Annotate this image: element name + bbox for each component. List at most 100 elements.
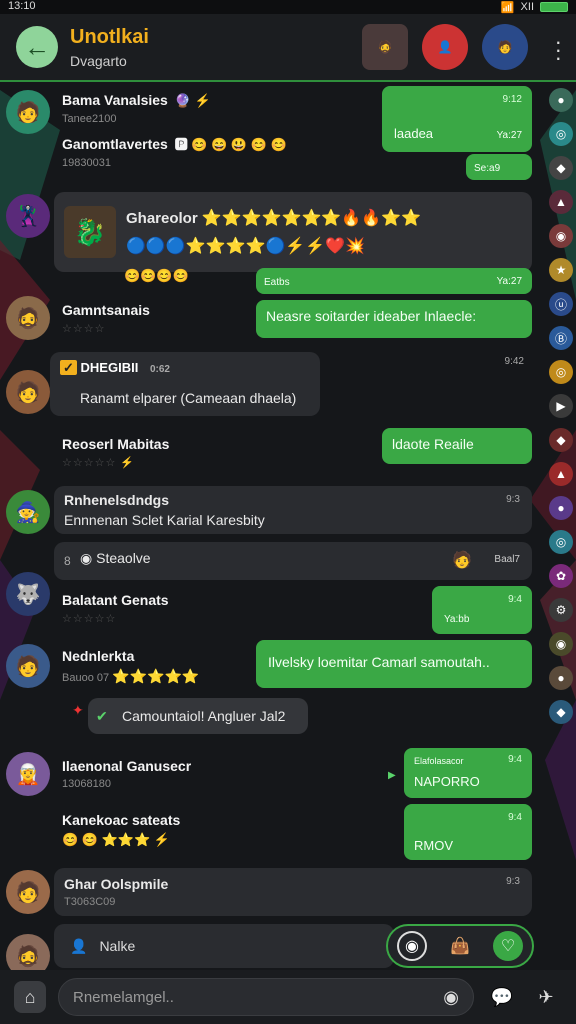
right-rail: ● ◎ ◆ ▲ ◉ ★ ⓤ Ⓑ ◎ ▶ ◆ ▲ ● ◎ ✿ ⚙ ◉ ● ◆	[546, 84, 576, 969]
action-pill: ◉ 👜 ♡	[386, 924, 534, 968]
rail-icon[interactable]: ●	[549, 88, 573, 112]
back-button[interactable]: ←	[16, 26, 58, 68]
avatar[interactable]: 🧝	[6, 752, 50, 796]
rail-icon[interactable]: ▶	[549, 394, 573, 418]
avatar[interactable]: 🦹	[6, 194, 50, 238]
wifi-icon: 📶	[500, 1, 515, 14]
avatar[interactable]: 🧑	[6, 870, 50, 914]
participant-avatar-2[interactable]: 👤	[422, 24, 468, 70]
sender-name: Ghar Oolspmile	[64, 876, 169, 892]
rail-icon[interactable]: ⓤ	[549, 292, 573, 316]
bottom-input-bar: ⌂ Rnemelamgel.. ◉ 💬 ✈	[0, 970, 576, 1024]
message-time: 9:3	[506, 876, 520, 887]
message-number: 8	[64, 554, 71, 568]
outgoing-message[interactable]: 9:12 laadea Ya:27	[382, 86, 532, 152]
sticker-thumbnail: 🐉	[64, 206, 116, 258]
rail-icon[interactable]: Ⓑ	[549, 326, 573, 350]
back-arrow-icon: ←	[24, 31, 50, 62]
message-caption: Elafolasacor	[414, 756, 464, 766]
outgoing-message[interactable]: ldaote Reaile	[382, 428, 532, 464]
message-meta: 19830031	[62, 157, 111, 169]
avatar-small[interactable]: 🧑	[452, 550, 472, 570]
sender-name: Kanekoac sateats	[62, 812, 181, 828]
status-bar: 13:10 📶 XII	[0, 0, 576, 14]
rail-icon[interactable]: ◆	[549, 428, 573, 452]
avatar[interactable]: 🧑	[6, 370, 50, 414]
participant-avatar-3[interactable]: 🧑	[482, 24, 528, 70]
chat-title: Unotlkai	[70, 25, 149, 48]
rail-icon[interactable]: ●	[549, 496, 573, 520]
outgoing-message[interactable]: Ilvelsky loemitar Camarl samoutah..	[256, 640, 532, 688]
rail-icon[interactable]: ●	[549, 666, 573, 690]
message-time: 9:42	[504, 356, 524, 367]
incoming-message[interactable]: 9:3 Ghar Oolspmile T3063C09	[54, 868, 532, 916]
rail-icon[interactable]: ▲	[549, 462, 573, 486]
outgoing-message[interactable]: 9:4 Elafolasacor NAPORRO	[404, 748, 532, 798]
heart-icon[interactable]: ♡	[493, 931, 523, 961]
chat-header: ← Unotlkai Dvagarto 🧔 👤 🧑 · · ·	[0, 14, 576, 82]
chat-area[interactable]: 🧑 Bama Vanalsies 🔮 ⚡ Tanee2100 9:12 laad…	[0, 84, 544, 978]
outgoing-message[interactable]: 9:4 RMOV	[404, 804, 532, 860]
camera-icon[interactable]: ◉	[397, 931, 427, 961]
message-text: Eatbs	[264, 277, 290, 288]
rail-icon[interactable]: ◉	[549, 224, 573, 248]
participant-avatars: 🧔 👤 🧑	[362, 24, 528, 70]
rail-icon[interactable]: ✿	[549, 564, 573, 588]
play-icon[interactable]: ▶	[388, 770, 396, 781]
reply-message[interactable]: ✔ Camountaiol! Angluer Jal2	[88, 698, 308, 734]
sender-name: ◉ Steaolve	[80, 550, 151, 566]
incoming-message: Nednlerkta Bauoo 07 ⭐⭐⭐⭐⭐	[62, 648, 199, 685]
rail-icon[interactable]: ◎	[549, 530, 573, 554]
participant-avatar-1[interactable]: 🧔	[362, 24, 408, 70]
incoming-message[interactable]: 8 ◉ Steaolve 🧑 Baal7	[54, 542, 532, 580]
message-text: laadea	[394, 126, 434, 141]
camera-icon[interactable]: ◉	[443, 987, 459, 1008]
share-icon[interactable]: ✈	[530, 981, 562, 1013]
rail-icon[interactable]: ★	[549, 258, 573, 282]
rail-icon[interactable]: ◆	[549, 700, 573, 724]
message-text: Ilvelsky loemitar Camarl samoutah..	[268, 654, 490, 670]
avatar[interactable]: 🧑	[6, 644, 50, 688]
message-badge: Ya:bb	[444, 614, 470, 625]
rail-icon[interactable]: ◎	[549, 122, 573, 146]
quick-reply-bar[interactable]: 👤 Nalke	[54, 924, 394, 968]
incoming-message: Kanekoac sateats 😊 😊 ⭐⭐⭐ ⚡	[62, 812, 180, 848]
sticker-message[interactable]: 🐉 Ghareolor ⭐⭐⭐⭐⭐⭐⭐🔥🔥⭐⭐ 🔵🔵🔵⭐⭐⭐⭐🔵⚡⚡❤️💥	[54, 192, 532, 272]
outgoing-message[interactable]: Se:a9	[466, 154, 532, 180]
message-text: RMOV	[414, 838, 453, 853]
avatar[interactable]: 🧙	[6, 490, 50, 534]
message-input[interactable]: Rnemelamgel.. ◉	[58, 978, 474, 1016]
sender-name: Rnhenelsdndgs	[64, 492, 170, 508]
rail-icon[interactable]: ▲	[549, 190, 573, 214]
message-badge: Se:a9	[474, 163, 501, 174]
incoming-message[interactable]: ✓ DHEGIBII 0:62 Ranamt elparer (Cameaan …	[50, 352, 320, 416]
message-time: 9:3	[506, 494, 520, 505]
incoming-message[interactable]: 9:3 Rnhenelsdndgs Ennnenan Sclet Karial …	[54, 486, 532, 534]
sender-name: Ghareolor ⭐⭐⭐⭐⭐⭐⭐🔥🔥⭐⭐	[126, 210, 421, 227]
rail-icon[interactable]: ◉	[549, 632, 573, 656]
rating-stars: ☆☆☆☆	[62, 323, 106, 335]
avatar[interactable]: 🧔	[6, 296, 50, 340]
rating-stars: ☆☆☆☆☆	[62, 613, 117, 625]
avatar[interactable]: 🧑	[6, 90, 50, 134]
avatar[interactable]: 🐺	[6, 572, 50, 616]
reaction-row: 😊 😊 ⭐⭐⭐ ⚡	[62, 832, 170, 847]
message-badge: Ya:27	[496, 130, 522, 141]
rail-icon[interactable]: ⚙	[549, 598, 573, 622]
more-menu-icon[interactable]: · · ·	[555, 31, 562, 69]
outgoing-message[interactable]: 9:4 Ya:bb	[432, 586, 532, 634]
chat-icon[interactable]: 💬	[486, 981, 518, 1013]
outgoing-message[interactable]: Neasre soitarder ideaber Inlaecle:	[256, 300, 532, 338]
incoming-message: Reoserl Mabitas ☆☆☆☆☆ ⚡	[62, 436, 169, 469]
bag-icon[interactable]: 👜	[445, 931, 475, 961]
outgoing-message[interactable]: Eatbs Ya:27	[256, 268, 532, 294]
message-text: NAPORRO	[414, 774, 480, 789]
flag-icon: ✦	[72, 702, 84, 718]
quick-reply-label: Nalke	[99, 938, 136, 954]
home-icon[interactable]: ⌂	[14, 981, 46, 1013]
rail-icon[interactable]: ◆	[549, 156, 573, 180]
sender-name: Reoserl Mabitas	[62, 436, 170, 452]
rail-icon[interactable]: ◎	[549, 360, 573, 384]
check-icon: ✔	[96, 708, 108, 724]
reaction-row[interactable]: 😊😊😊😊	[124, 268, 189, 284]
